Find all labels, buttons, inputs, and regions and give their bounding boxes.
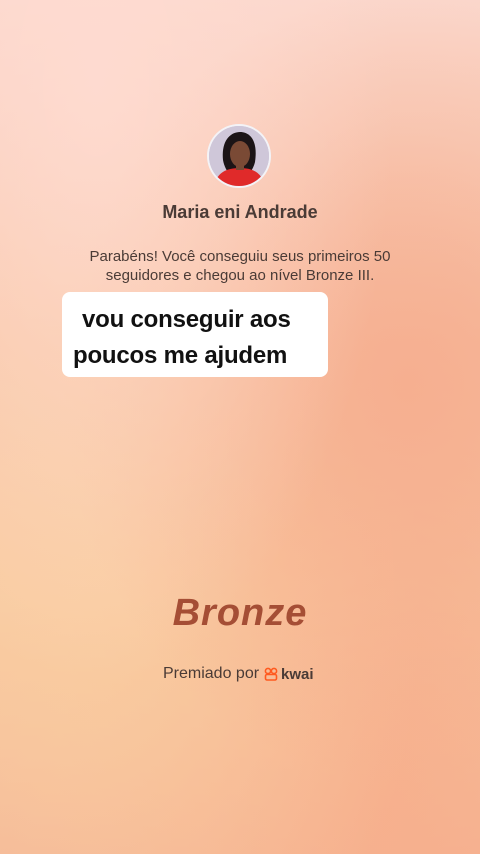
- username: Maria eni Andrade: [162, 202, 318, 222]
- caption-line-1: vou conseguir aos: [82, 306, 291, 333]
- avatar[interactable]: [207, 124, 271, 188]
- avatar-portrait-image: [209, 126, 269, 186]
- caption-line-2: poucos me ajudem: [73, 342, 288, 369]
- achievement-message: Parabéns! Você conseguiu seus primeiros …: [89, 248, 391, 284]
- kwai-logo-icon: [264, 667, 278, 681]
- level-title: Bronze: [172, 592, 308, 634]
- brand-name: kwai: [281, 665, 314, 683]
- awarded-by-label: Premiado por: [163, 665, 260, 682]
- awarded-by: Premiado por kwai: [163, 665, 314, 683]
